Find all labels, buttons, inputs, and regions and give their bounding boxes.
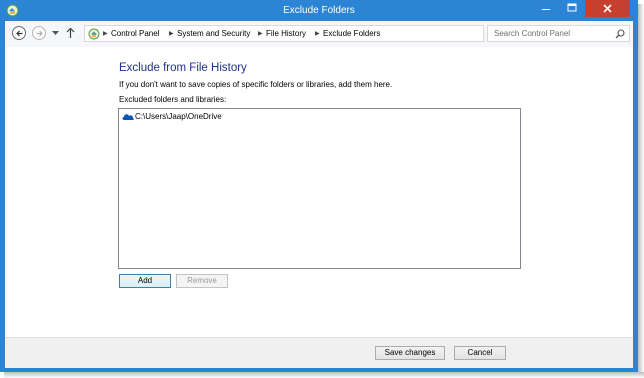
close-button[interactable] xyxy=(585,0,630,17)
minimize-button[interactable] xyxy=(533,0,559,17)
minimize-icon xyxy=(542,9,550,10)
exclude-folders-window: Exclude Folders ▶ Control Panel ▶ System… xyxy=(0,0,638,372)
breadcrumb-separator-icon[interactable]: ▶ xyxy=(315,30,320,37)
breadcrumb-separator-icon[interactable]: ▶ xyxy=(258,30,263,37)
excluded-list-label: Excluded folders and libraries: xyxy=(119,95,227,104)
recent-locations-dropdown-icon[interactable] xyxy=(52,31,59,36)
forward-arrow-icon xyxy=(36,30,43,37)
search-placeholder: Search Control Panel xyxy=(494,29,571,38)
breadcrumb-file-history[interactable]: File History xyxy=(266,29,306,38)
back-button[interactable] xyxy=(12,26,26,40)
maximize-icon xyxy=(567,3,577,12)
search-icon[interactable] xyxy=(615,29,625,39)
close-icon xyxy=(603,4,612,13)
remove-button[interactable]: Remove xyxy=(176,274,228,288)
maximize-button[interactable] xyxy=(559,0,585,17)
forward-button[interactable] xyxy=(32,26,46,40)
breadcrumb-separator-icon[interactable]: ▶ xyxy=(169,30,174,37)
search-box[interactable]: Search Control Panel xyxy=(487,25,630,42)
navigation-bar: ▶ Control Panel ▶ System and Security ▶ … xyxy=(5,21,633,47)
dialog-footer: Save changes Cancel xyxy=(5,337,633,368)
page-description: If you don't want to save copies of spec… xyxy=(119,80,393,89)
breadcrumb-exclude-folders[interactable]: Exclude Folders xyxy=(323,29,380,38)
title-bar[interactable]: Exclude Folders xyxy=(0,0,638,21)
list-item-path: C:\Users\Jaap\OneDrive xyxy=(135,112,222,121)
breadcrumb-control-panel[interactable]: Control Panel xyxy=(111,29,159,38)
window-shadow-bottom xyxy=(4,372,644,378)
onedrive-icon xyxy=(122,114,134,120)
main-content: Exclude from File History If you don't w… xyxy=(5,47,633,337)
excluded-folders-list[interactable]: C:\Users\Jaap\OneDrive xyxy=(118,108,521,269)
cancel-button[interactable]: Cancel xyxy=(454,346,506,360)
up-arrow-icon[interactable] xyxy=(66,27,75,39)
back-arrow-icon xyxy=(16,30,23,37)
add-button[interactable]: Add xyxy=(119,274,171,288)
save-changes-button[interactable]: Save changes xyxy=(375,346,445,360)
page-title: Exclude from File History xyxy=(119,62,247,74)
breadcrumb-separator-icon[interactable]: ▶ xyxy=(103,30,108,37)
control-panel-icon xyxy=(88,28,100,40)
breadcrumb-system-and-security[interactable]: System and Security xyxy=(177,29,250,38)
window-shadow-right xyxy=(638,4,644,378)
address-bar[interactable]: ▶ Control Panel ▶ System and Security ▶ … xyxy=(84,25,557,42)
